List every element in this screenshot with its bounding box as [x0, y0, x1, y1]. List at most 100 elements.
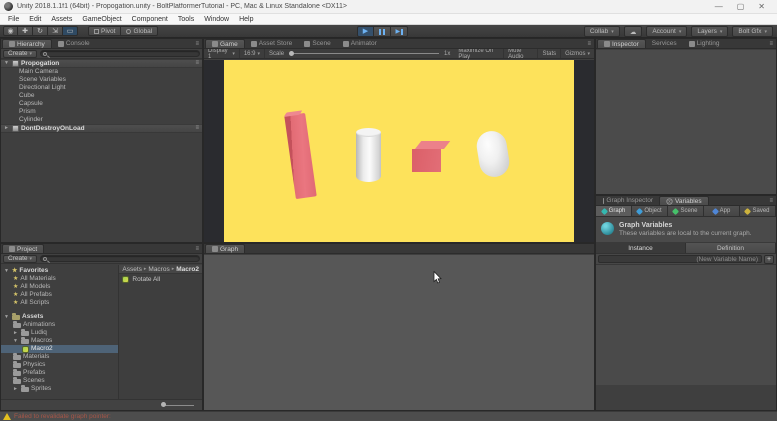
asset-rotate-all[interactable]: Rotate All	[122, 276, 199, 283]
foldout-open-icon[interactable]: ▼	[13, 337, 19, 345]
minimize-button[interactable]: —	[715, 2, 723, 11]
maximize-on-play-button[interactable]: Maximize On Play	[454, 49, 504, 58]
scale-slider[interactable]: Scale 1x	[265, 49, 454, 58]
tree-all-models[interactable]: ★All Models	[1, 283, 118, 291]
variables-kind-saved[interactable]: Saved	[740, 206, 776, 216]
variables-kind-object[interactable]: Object	[632, 206, 668, 216]
tab-variables[interactable]: xVariables	[659, 196, 709, 205]
instance-tab[interactable]: Instance	[596, 243, 686, 253]
menu-gameobject[interactable]: GameObject	[78, 16, 125, 23]
foldout-open-icon[interactable]: ▼	[4, 313, 10, 321]
tree-ludiq[interactable]: ►Ludiq	[1, 329, 118, 337]
hierarchy-item-cube[interactable]: Cube	[1, 92, 202, 100]
menu-edit[interactable]: Edit	[25, 16, 45, 23]
tab-graph-inspector[interactable]: Graph Inspector	[597, 196, 659, 205]
foldout-closed-icon[interactable]: ►	[4, 124, 10, 133]
tab-scene[interactable]: Scene	[298, 39, 336, 48]
scale-slider-track[interactable]	[289, 53, 439, 54]
hierarchy-item-prism[interactable]: Prism	[1, 108, 202, 116]
hierarchy-item-capsule[interactable]: Capsule	[1, 100, 202, 108]
display-dropdown[interactable]: Display 1▾	[204, 49, 240, 58]
tab-hierarchy[interactable]: Hierarchy	[2, 39, 52, 48]
tree-assets[interactable]: ▼Assets	[1, 313, 118, 321]
tab-asset-store[interactable]: Asset Store	[245, 39, 299, 48]
tab-console[interactable]: Console	[52, 39, 96, 48]
hierarchy-item-main-camera[interactable]: Main Camera	[1, 68, 202, 76]
play-button[interactable]: ▶	[357, 26, 374, 37]
statusbar[interactable]: Failed to revalidate graph pointer:	[0, 411, 777, 421]
pivot-toggle-button[interactable]: Pivot	[88, 26, 121, 36]
scene-menu-icon[interactable]: ≡	[195, 59, 199, 68]
tree-materials[interactable]: Materials	[1, 353, 118, 361]
panel-menu-icon[interactable]: ≡	[769, 41, 773, 47]
step-button[interactable]: ▶	[391, 26, 408, 37]
variables-kind-scene[interactable]: Scene	[668, 206, 704, 216]
rect-tool-button[interactable]: ▭	[63, 26, 78, 36]
tab-game[interactable]: Game	[205, 39, 245, 48]
menu-assets[interactable]: Assets	[47, 16, 76, 23]
hierarchy-search-input[interactable]	[40, 50, 200, 57]
menu-component[interactable]: Component	[128, 16, 172, 23]
close-button[interactable]: ✕	[758, 2, 765, 11]
foldout-closed-icon[interactable]: ►	[13, 329, 19, 337]
panel-menu-icon[interactable]: ≡	[587, 41, 591, 47]
panel-menu-icon[interactable]: ≡	[769, 198, 773, 204]
menu-file[interactable]: File	[4, 16, 23, 23]
tree-physics[interactable]: Physics	[1, 361, 118, 369]
tree-all-prefabs[interactable]: ★All Prefabs	[1, 291, 118, 299]
mute-audio-button[interactable]: Mute Audio	[504, 49, 538, 58]
layout-dropdown[interactable]: Bolt Gfx▾	[732, 26, 773, 37]
tab-inspector[interactable]: Inspector	[597, 39, 646, 48]
global-toggle-button[interactable]: Global	[121, 26, 158, 36]
tree-macros[interactable]: ▼Macros	[1, 337, 118, 345]
scale-tool-button[interactable]: ⇲	[48, 26, 63, 36]
tree-prefabs[interactable]: Prefabs	[1, 369, 118, 377]
hand-tool-button[interactable]: ◉	[3, 26, 18, 36]
graph-canvas[interactable]	[204, 255, 594, 410]
tab-animator[interactable]: Animator	[337, 39, 383, 48]
tree-all-scripts[interactable]: ★All Scripts	[1, 299, 118, 307]
new-variable-input[interactable]: (New Variable Name)	[598, 255, 762, 263]
menu-help[interactable]: Help	[235, 16, 257, 23]
layers-dropdown[interactable]: Layers▾	[691, 26, 728, 37]
tab-graph[interactable]: Graph	[205, 244, 245, 253]
tree-animations[interactable]: Animations	[1, 321, 118, 329]
add-variable-button[interactable]: +	[764, 255, 774, 264]
menu-window[interactable]: Window	[200, 16, 233, 23]
breadcrumb-macros[interactable]: Macros	[148, 266, 169, 273]
tab-services[interactable]: Services	[646, 39, 683, 48]
variables-kind-app[interactable]: App	[704, 206, 740, 216]
menu-tools[interactable]: Tools	[174, 16, 198, 23]
maximize-button[interactable]: ▢	[737, 2, 745, 11]
rotate-tool-button[interactable]: ↻	[33, 26, 48, 36]
collab-button[interactable]: Collab▾	[584, 26, 620, 37]
aspect-ratio-dropdown[interactable]: 16:9▾	[240, 49, 265, 58]
hierarchy-item-cylinder[interactable]: Cylinder	[1, 116, 202, 124]
pause-button[interactable]	[374, 26, 391, 37]
foldout-open-icon[interactable]: ▼	[4, 267, 10, 275]
panel-menu-icon[interactable]: ≡	[195, 41, 199, 47]
hierarchy-item-directional-light[interactable]: Directional Light	[1, 84, 202, 92]
panel-menu-icon[interactable]: ≡	[195, 246, 199, 252]
foldout-open-icon[interactable]: ▼	[4, 59, 10, 68]
scene-row-propogation[interactable]: ▼ Propogation ≡	[1, 59, 202, 68]
scene-menu-icon[interactable]: ≡	[195, 124, 199, 133]
foldout-closed-icon[interactable]: ►	[13, 385, 19, 393]
tree-scenes[interactable]: Scenes	[1, 377, 118, 385]
tab-project[interactable]: Project	[2, 244, 44, 253]
breadcrumb-macro2[interactable]: Macro2	[176, 266, 199, 273]
tree-favorites[interactable]: ▼★Favorites	[1, 267, 118, 275]
tree-all-materials[interactable]: ★All Materials	[1, 275, 118, 283]
project-search-input[interactable]	[40, 255, 200, 262]
icon-size-slider[interactable]	[162, 405, 194, 406]
move-tool-button[interactable]: ✚	[18, 26, 33, 36]
hierarchy-item-scene-variables[interactable]: Scene Variables	[1, 76, 202, 84]
hierarchy-create-button[interactable]: Create▾	[3, 50, 37, 58]
tab-lighting[interactable]: Lighting	[683, 39, 726, 48]
breadcrumb-assets[interactable]: Assets	[122, 266, 142, 273]
stats-button[interactable]: Stats	[538, 49, 561, 58]
project-create-button[interactable]: Create▾	[3, 255, 37, 263]
tree-macro2-selected[interactable]: Macro2	[1, 345, 118, 353]
scene-row-dontdestroyonload[interactable]: ► DontDestroyOnLoad ≡	[1, 124, 202, 133]
definition-tab[interactable]: Definition	[686, 243, 776, 253]
